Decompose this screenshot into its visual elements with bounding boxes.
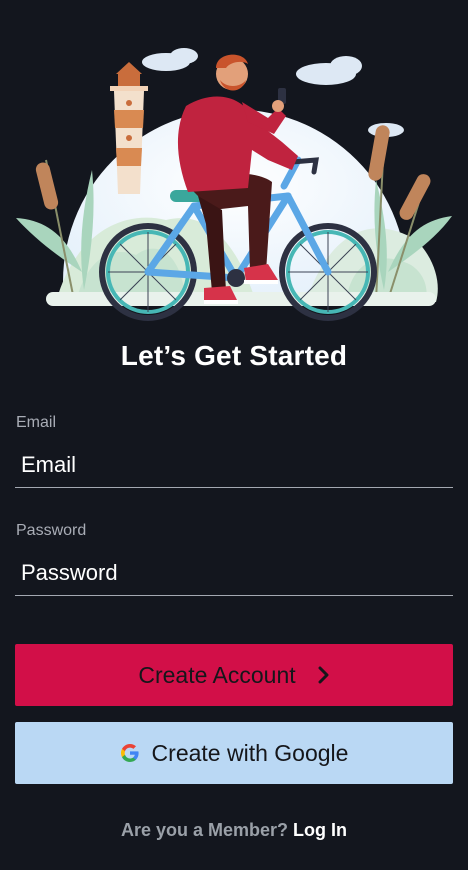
create-with-google-label: Create with Google — [151, 739, 349, 766]
google-icon — [120, 743, 140, 763]
password-label: Password — [16, 522, 87, 539]
member-question: Are you a Member? — [120, 820, 289, 840]
password-field[interactable] — [15, 550, 453, 596]
email-field[interactable] — [15, 442, 453, 488]
email-label: Email — [16, 414, 57, 431]
page-title: Let’s Get Started — [120, 340, 348, 371]
login-prompt: Are you a Member? Log In — [0, 820, 468, 841]
login-link[interactable]: Log In — [293, 820, 347, 840]
chevron-right-icon — [318, 666, 330, 684]
create-with-google-button[interactable]: Create with Google — [15, 722, 453, 784]
create-account-button[interactable]: Create Account — [15, 644, 453, 706]
hero-illustration — [16, 10, 452, 328]
create-account-label: Create Account — [138, 661, 296, 688]
signup-screen: Let’s Get Started Email Password Create … — [0, 0, 468, 870]
